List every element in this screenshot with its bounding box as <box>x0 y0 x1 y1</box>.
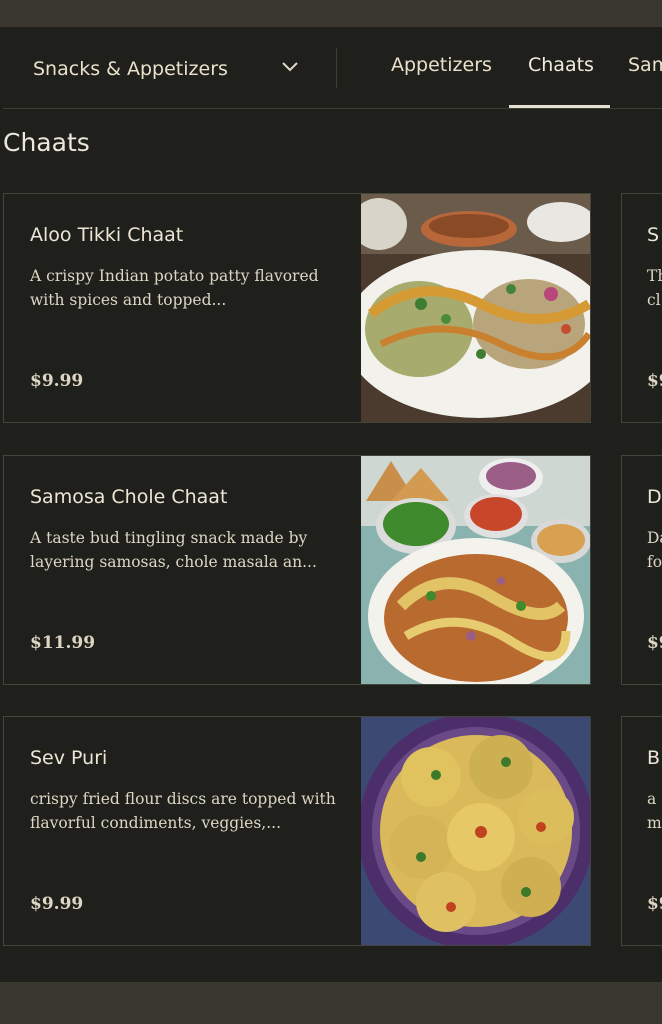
item-price: $9 <box>647 633 662 653</box>
aloo-tikki-chaat-photo <box>361 194 590 422</box>
item-name: Aloo Tikki Chaat <box>30 224 184 246</box>
item-description: Da <box>647 529 662 547</box>
sev-puri-photo <box>361 717 590 945</box>
item-name: Samosa Chole Chaat <box>30 486 228 508</box>
item-description: Th <box>647 267 662 285</box>
tab-sam[interactable]: Sam <box>628 54 662 84</box>
item-description: cl <box>647 291 661 309</box>
item-price: $9 <box>647 371 662 391</box>
item-price: $9.99 <box>30 371 84 391</box>
item-description: A taste bud tingling snack made by layer… <box>30 529 317 571</box>
item-price: $11.99 <box>30 633 96 653</box>
item-description: crispy fried flour discs are topped with… <box>30 790 336 832</box>
nav-divider <box>3 108 662 109</box>
top-bar <box>0 0 662 27</box>
item-description: m <box>647 814 662 832</box>
item-description: fo <box>647 553 662 571</box>
samosa-chole-chaat-photo <box>361 456 590 684</box>
item-name: B <box>647 747 661 769</box>
menu-item-card[interactable]: Sev Puri crispy fried flour discs are to… <box>3 716 591 946</box>
tab-appetizers[interactable]: Appetizers <box>391 54 492 84</box>
menu-item-card-peek[interactable]: S Th cl $9 <box>621 193 662 423</box>
chevron-down-icon[interactable] <box>280 59 300 75</box>
item-price: $9.99 <box>30 894 84 914</box>
section-title: Chaats <box>3 128 90 157</box>
bottom-bar <box>0 982 662 1024</box>
item-name: S <box>647 224 660 246</box>
menu-item-card[interactable]: Samosa Chole Chaat A taste bud tingling … <box>3 455 591 685</box>
item-description: a <box>647 790 657 808</box>
tab-chaats[interactable]: Chaats <box>528 54 594 84</box>
item-description: A crispy Indian potato patty flavored wi… <box>30 267 319 309</box>
category-select-label: Snacks & Appetizers <box>33 58 228 80</box>
item-name: Sev Puri <box>30 747 108 769</box>
menu-item-card[interactable]: Aloo Tikki Chaat A crispy Indian potato … <box>3 193 591 423</box>
item-price: $9 <box>647 894 662 914</box>
nav-separator <box>336 48 337 88</box>
menu-item-card-peek[interactable]: B a m $9 <box>621 716 662 946</box>
category-select[interactable]: Snacks & Appetizers <box>33 54 228 84</box>
menu-item-card-peek[interactable]: D Da fo $9 <box>621 455 662 685</box>
item-name: D <box>647 486 662 508</box>
